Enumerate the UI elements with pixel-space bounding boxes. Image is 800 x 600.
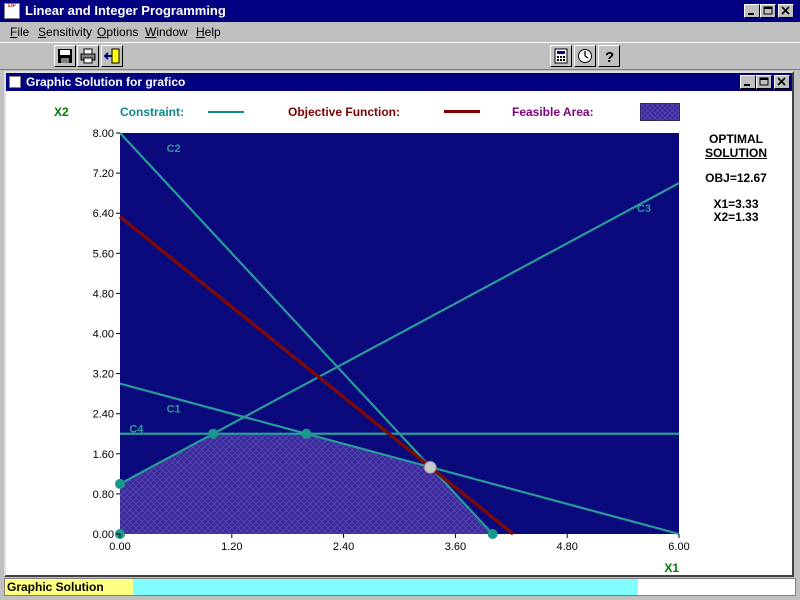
x-axis-label: X1 xyxy=(664,561,679,575)
y-tick-label: 0.80 xyxy=(93,489,114,501)
calculator-button[interactable] xyxy=(550,45,572,67)
exit-button[interactable] xyxy=(101,45,123,67)
constraint-label-c2: C2 xyxy=(167,143,181,155)
minimize-icon xyxy=(748,13,754,15)
y-axis-label: X2 xyxy=(54,105,69,119)
help-button[interactable]: ? xyxy=(598,45,620,67)
close-button[interactable] xyxy=(778,4,794,18)
y-tick-label: 5.60 xyxy=(93,248,114,260)
menu-sensitivity[interactable]: Sensitivity xyxy=(38,25,92,39)
menu-bar: File Sensitivity Options Window Help xyxy=(0,22,800,42)
legend-objective-label: Objective Function: xyxy=(288,105,401,119)
status-progress-area xyxy=(133,579,638,595)
x-tick-label: 2.40 xyxy=(333,541,354,553)
x-tick-label: 0.00 xyxy=(109,541,130,553)
status-label: Graphic Solution xyxy=(5,579,133,595)
legend-feasible-swatch xyxy=(640,103,680,121)
minimize-icon xyxy=(744,84,750,86)
x-tick-label: 1.20 xyxy=(221,541,242,553)
y-tick-label: 6.40 xyxy=(93,208,114,220)
legend-constraint-swatch xyxy=(208,111,244,113)
maximize-button[interactable] xyxy=(760,4,776,18)
status-bar: Graphic Solution xyxy=(4,578,796,596)
x-tick-label: 6.00 xyxy=(668,541,689,553)
optimal-heading-line1: OPTIMAL xyxy=(709,132,763,146)
save-icon xyxy=(58,49,72,63)
y-tick-label: 4.00 xyxy=(93,329,114,341)
y-tick-label: 8.00 xyxy=(93,128,114,140)
menu-options[interactable]: Options xyxy=(97,25,138,39)
exit-icon xyxy=(104,48,120,64)
child-window-title: Graphic Solution for grafico xyxy=(26,75,186,89)
clock-icon xyxy=(578,49,592,63)
toolbar: ? xyxy=(0,42,800,70)
constraint-label-c1: C1 xyxy=(167,404,181,416)
constraint-label-c3: C3 xyxy=(637,203,651,215)
x-tick-label: 4.80 xyxy=(556,541,577,553)
close-icon xyxy=(781,6,790,15)
feasible-vertex-2 xyxy=(115,478,125,489)
optimal-obj-value: OBJ=12.67 xyxy=(705,171,767,185)
optimal-x1-value: X1=3.33 xyxy=(713,197,759,211)
menu-help[interactable]: Help xyxy=(196,25,221,39)
print-icon xyxy=(80,48,96,64)
print-button[interactable] xyxy=(77,45,99,67)
child-maximize-button[interactable] xyxy=(756,75,772,89)
y-tick-label: 4.80 xyxy=(93,288,114,300)
optimal-x2-value: X2=1.33 xyxy=(713,210,759,224)
x-tick-label: 3.60 xyxy=(445,541,466,553)
close-icon xyxy=(777,77,786,86)
legend-objective-swatch xyxy=(444,110,480,113)
optimal-heading-line2: SOLUTION xyxy=(705,146,767,160)
save-button[interactable] xyxy=(54,45,76,67)
graph-window-icon[interactable] xyxy=(9,76,21,88)
feasible-vertex-3 xyxy=(208,428,219,439)
app-title-bar: LIP Linear and Integer Programming xyxy=(0,0,800,22)
y-tick-label: 7.20 xyxy=(93,168,114,180)
menu-file[interactable]: File xyxy=(10,25,29,39)
svg-text:?: ? xyxy=(605,49,614,64)
calculator-icon xyxy=(554,48,568,64)
y-tick-label: 1.60 xyxy=(93,449,114,461)
maximize-icon xyxy=(763,6,773,15)
graphic-solution-chart: C1 C2 C3 C4 0.00 0.80 1.60 2.40 3.20 4.00 4.80 5.60… xyxy=(93,128,690,575)
optimal-point xyxy=(423,460,437,474)
legend-feasible-label: Feasible Area: xyxy=(512,105,594,119)
legend-constraint-label: Constraint: xyxy=(120,105,184,119)
y-tick-label: 0.00 xyxy=(93,529,114,541)
menu-window[interactable]: Window xyxy=(145,25,188,39)
child-title-bar: Graphic Solution for grafico xyxy=(6,73,792,91)
maximize-icon xyxy=(759,77,769,86)
clock-button[interactable] xyxy=(574,45,596,67)
y-tick-label: 2.40 xyxy=(93,409,114,421)
feasible-vertex-5 xyxy=(487,529,498,539)
app-icon[interactable]: LIP xyxy=(4,3,20,19)
help-icon: ? xyxy=(605,49,614,64)
app-title: Linear and Integer Programming xyxy=(25,3,226,18)
constraint-label-c4: C4 xyxy=(129,424,144,436)
minimize-button[interactable] xyxy=(744,4,760,18)
y-tick-label: 3.20 xyxy=(93,369,114,381)
feasible-vertex-4 xyxy=(301,428,312,439)
child-minimize-button[interactable] xyxy=(740,75,756,89)
child-close-button[interactable] xyxy=(774,75,790,89)
